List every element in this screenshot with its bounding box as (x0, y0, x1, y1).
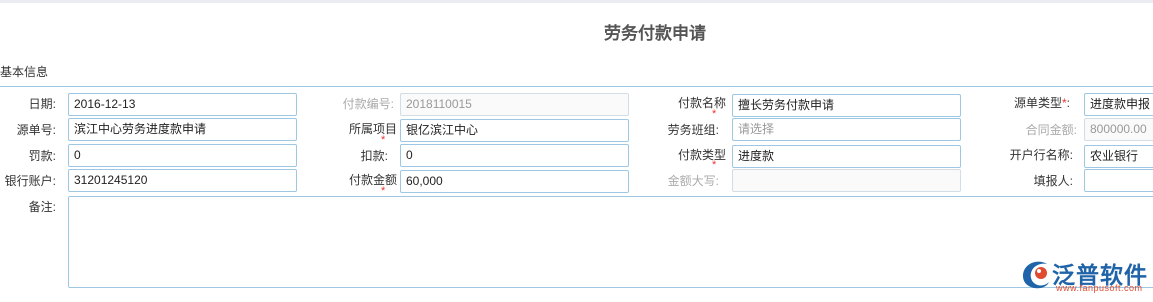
section-divider (0, 86, 1153, 87)
source-type-field[interactable]: 进度款申报 (1084, 93, 1153, 116)
source-no-label: 源单号: (16, 123, 56, 137)
payment-no-label: 付款编号: (342, 97, 394, 111)
deduction-field[interactable]: 0 (400, 144, 629, 167)
deduction-label: 扣款: (360, 149, 388, 163)
project-required-mark: * (381, 134, 386, 146)
payment-no-field: 2018110015 (400, 93, 629, 116)
payment-name-field[interactable]: 擅长劳务付款申请 (732, 94, 961, 117)
fine-field[interactable]: 0 (68, 144, 297, 167)
source-type-label-colon: : (1066, 96, 1070, 110)
payment-type-required-mark: * (712, 159, 717, 171)
payment-amount-label: 付款金额 (348, 173, 397, 187)
payment-type-field[interactable]: 进度款 (732, 145, 961, 168)
page-title: 劳务付款申请 (604, 24, 706, 43)
source-type-label-text: 源单类型 (1013, 96, 1062, 110)
date-field[interactable]: 2016-12-13 (68, 93, 297, 116)
project-label: 所属项目 (348, 122, 397, 136)
filler-label: 填报人: (1033, 174, 1073, 188)
project-field[interactable]: 银亿滨江中心 (400, 119, 629, 142)
remark-label: 备注: (28, 200, 56, 214)
amount-upper-label: 金额大写: (667, 174, 719, 188)
source-type-label: 源单类型*: (1014, 94, 1070, 111)
payment-amount-field[interactable]: 60,000 (400, 170, 629, 193)
payment-type-label: 付款类型 (677, 148, 726, 162)
section-title: 基本信息 (0, 65, 49, 79)
source-no-field[interactable]: 滨江中心劳务进度款申请 (68, 118, 297, 141)
amount-upper-field (732, 169, 961, 192)
top-bar (0, 0, 1153, 3)
bank-name-label: 开户行名称: (1009, 148, 1073, 162)
contract-amount-field: 800000.00 (1084, 118, 1153, 141)
labor-team-select[interactable]: 请选择 (732, 118, 961, 141)
bank-account-label: 银行账户: (4, 174, 56, 188)
logo-url: www.fanpusoft.com (1056, 283, 1143, 293)
contract-amount-label: 合同金额: (1025, 123, 1077, 137)
bank-name-field[interactable]: 农业银行 (1084, 145, 1153, 168)
filler-field[interactable] (1084, 169, 1153, 192)
remark-textarea[interactable] (68, 196, 1153, 288)
fine-label: 罚款: (28, 149, 56, 163)
bank-account-field[interactable]: 31201245120 (68, 169, 297, 192)
payment-name-required-mark: * (712, 108, 717, 120)
date-label: 日期: (28, 97, 56, 111)
payment-name-label: 付款名称 (677, 96, 726, 110)
labor-team-label: 劳务班组: (667, 123, 719, 137)
